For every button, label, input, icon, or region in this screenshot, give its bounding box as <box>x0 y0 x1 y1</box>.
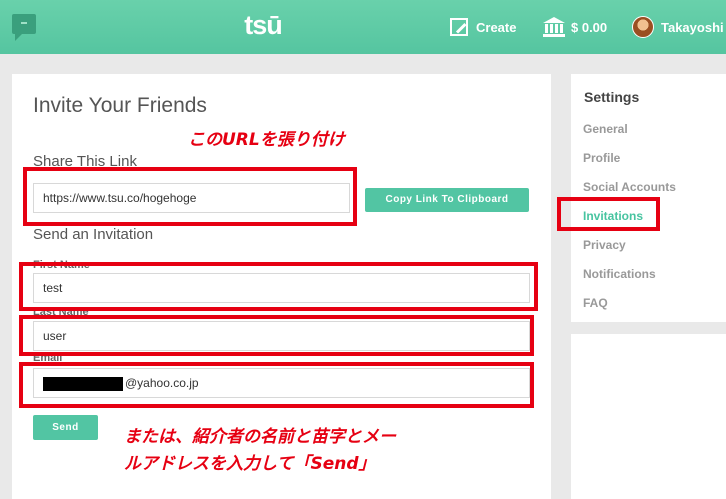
highlight-email <box>19 362 534 408</box>
highlight-first-name <box>19 262 538 311</box>
highlight-last-name <box>19 315 534 356</box>
annotation-paste-url: このURLを張り付け <box>188 130 345 150</box>
annotation-send-line2: ルアドレスを入力して「Send」 <box>124 454 376 474</box>
annotation-send-line1: または、紹介者の名前と苗字とメー <box>124 427 396 447</box>
create-label: Create <box>476 19 517 35</box>
copy-link-button[interactable]: Copy Link To Clipboard <box>365 188 529 212</box>
create-button[interactable]: Create <box>450 16 516 38</box>
page-title: Invite Your Friends <box>33 94 207 117</box>
username: Takayoshi <box>661 19 724 35</box>
chat-icon[interactable] <box>12 14 36 41</box>
settings-title: Settings <box>584 89 640 105</box>
sidebar-item-general[interactable]: General <box>583 122 628 136</box>
bank-icon <box>543 17 565 37</box>
balance-button[interactable]: $ 0.00 <box>543 16 607 38</box>
balance-value: $ 0.00 <box>571 19 608 35</box>
top-nav-bar: tsū Create $ 0.00 Takayoshi <box>0 0 726 54</box>
send-invitation-heading: Send an Invitation <box>33 226 154 243</box>
highlight-share-link <box>23 167 357 226</box>
sidebar-lower-panel <box>571 334 726 499</box>
sidebar-item-privacy[interactable]: Privacy <box>583 238 626 252</box>
sidebar-item-faq[interactable]: FAQ <box>583 296 608 310</box>
tsu-logo[interactable]: tsū <box>238 10 288 41</box>
pencil-icon <box>450 18 468 36</box>
sidebar-item-social-accounts[interactable]: Social Accounts <box>583 180 676 194</box>
user-menu[interactable]: Takayoshi <box>632 16 724 38</box>
sidebar-item-notifications[interactable]: Notifications <box>583 267 656 281</box>
highlight-invitations-tab <box>557 197 660 231</box>
sidebar-item-profile[interactable]: Profile <box>583 151 620 165</box>
avatar <box>632 16 654 38</box>
send-button[interactable]: Send <box>33 415 98 440</box>
